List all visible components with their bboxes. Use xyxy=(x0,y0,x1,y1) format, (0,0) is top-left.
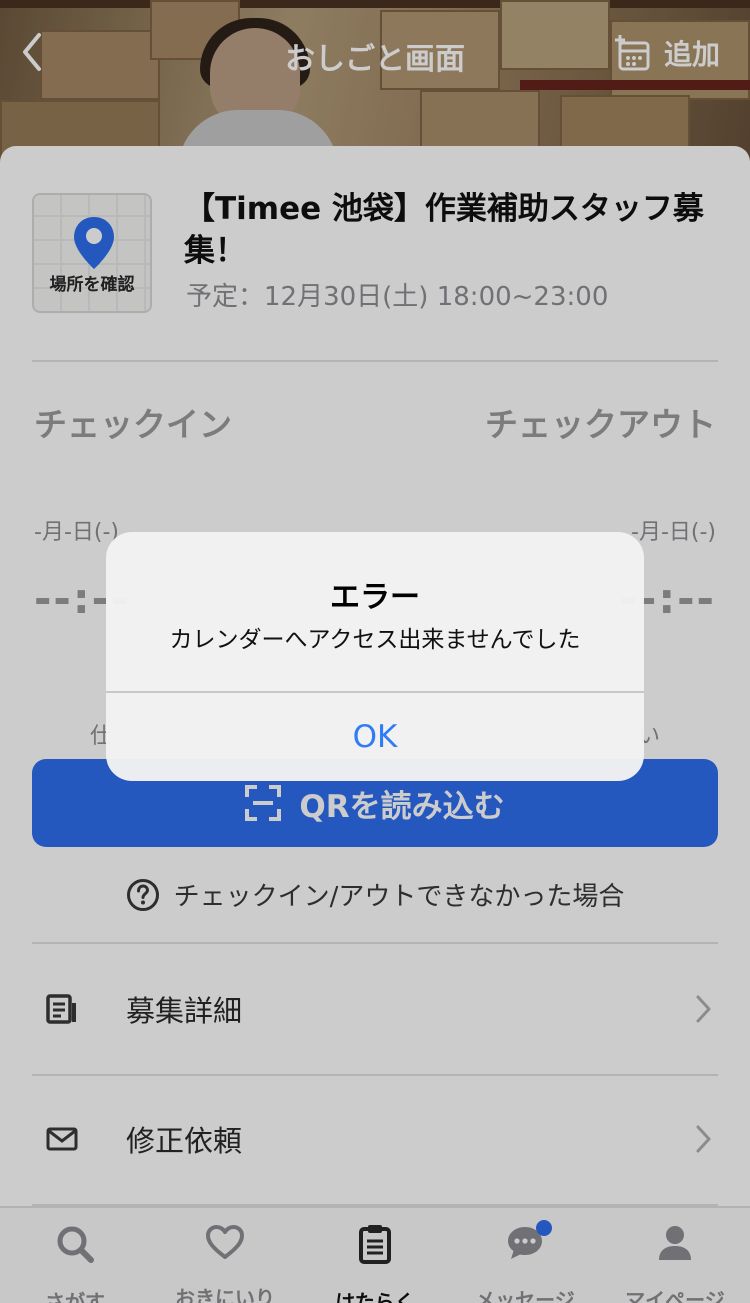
alert-ok-button[interactable]: OK xyxy=(106,693,644,781)
error-alert: エラー カレンダーへアクセス出来ませんでした OK xyxy=(106,532,644,781)
alert-title: エラー xyxy=(330,580,420,615)
alert-message: カレンダーへアクセス出来ませんでした xyxy=(169,627,581,653)
